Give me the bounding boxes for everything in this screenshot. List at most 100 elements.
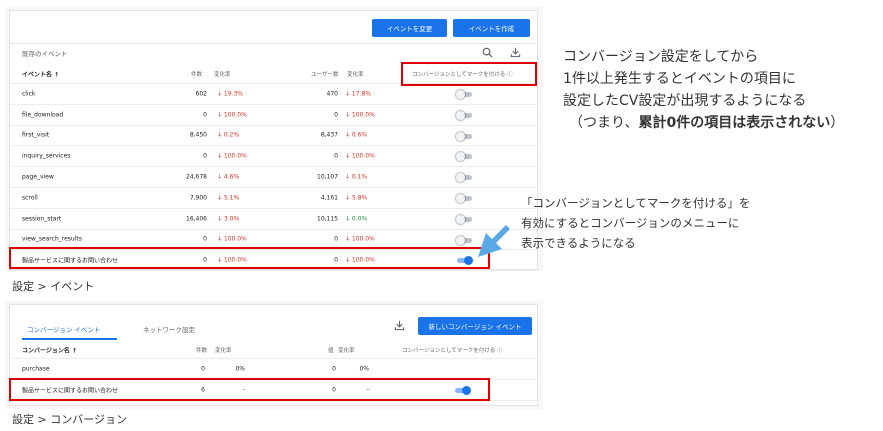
event-change: ↓ 5.1%: [217, 194, 240, 202]
conversion-toggle[interactable]: [456, 235, 473, 245]
table-row[interactable]: file_download 0 ↓ 100.0% 0 ↓ 100.0%: [10, 105, 537, 126]
table-row[interactable]: inquiry_services 0 ↓ 100.0% 0 ↓ 100.0%: [10, 146, 537, 168]
conversion-table-header: コンバージョン名 ↑ 件数 変化率 値 変化率 コンバージョンとしてマークを付け…: [10, 341, 537, 359]
conversion-toggle[interactable]: [456, 152, 473, 162]
table-row[interactable]: scroll 7,900 ↓ 5.1% 4,161 ↓ 5.8%: [10, 188, 537, 209]
event-name: click: [22, 90, 36, 98]
note-bold: 累計0件の項目は表示されない: [638, 115, 831, 131]
event-users: 10,115: [317, 215, 338, 223]
event-change: ↓ 0.1%: [345, 173, 368, 181]
event-name: file_download: [22, 111, 64, 119]
event-change: ↓ 17.8%: [345, 90, 371, 98]
event-name: first_visit: [22, 131, 50, 139]
event-count: 602: [195, 90, 207, 98]
column-header-change[interactable]: 変化率: [214, 70, 231, 78]
event-name: scroll: [22, 194, 38, 202]
callout-line: 「コンバージョンとしてマークを付ける」を: [521, 196, 751, 210]
table-row[interactable]: first_visit 8,450 ↓ 0.2% 8,437 ↓ 0.6%: [10, 126, 537, 147]
event-change: ↓ 19.3%: [217, 90, 243, 98]
toggle-knob: [456, 90, 465, 99]
note-line: 1件以上発生するとイベントの項目に: [563, 71, 796, 87]
note-paren-open: （つまり、: [569, 115, 639, 131]
download-icon[interactable]: [510, 47, 521, 58]
table-row[interactable]: click 602 ↓ 19.3% 470 ↓ 17.8%: [10, 84, 537, 105]
event-count: 0: [203, 235, 207, 243]
toggle-knob: [456, 110, 465, 120]
event-count: 8,450: [189, 131, 207, 139]
column-header-users[interactable]: ユーザー数: [311, 70, 338, 78]
event-change: ↓ 100.0%: [217, 111, 247, 119]
event-change: ↓ 100.0%: [345, 111, 375, 119]
note-line: コンバージョン設定をしてから: [563, 49, 759, 65]
event-users: 4,161: [320, 194, 338, 202]
toggle-knob: [456, 214, 465, 224]
event-count: 16,406: [186, 215, 207, 223]
event-users: 8,437: [320, 131, 338, 139]
callout-line: 有効にするとコンバージョンのメニューに: [521, 216, 740, 230]
conversion-name: purchase: [22, 365, 50, 373]
event-count: 0: [203, 111, 207, 119]
conversion-toggle[interactable]: [456, 110, 473, 120]
toggle-knob: [456, 173, 465, 183]
conversions-caption: 設定 > コンバージョン: [12, 413, 127, 426]
event-users: 10,107: [317, 173, 338, 181]
note-line: 設定したCV設定が出現するようになる: [563, 93, 807, 109]
events-card: イベントを変更 イベントを作成 既存のイベント イベント名 ↑ 件数 変化率 ユ…: [9, 10, 538, 272]
tab-network-settings[interactable]: ネットワーク設定: [143, 324, 195, 334]
column-header-change[interactable]: 変化率: [347, 70, 364, 78]
callout-line: 表示できるようになる: [521, 236, 636, 250]
new-conversion-event-button[interactable]: 新しいコンバージョン イベント: [418, 317, 532, 335]
event-change: ↓ 5.8%: [345, 194, 368, 202]
table-row[interactable]: session_start 16,406 ↓ 3.0% 10,115 ↓ 0.0%: [10, 209, 537, 230]
event-change: ↓ 0.2%: [217, 131, 240, 139]
column-header-count[interactable]: 件数: [191, 70, 202, 78]
event-name: session_start: [22, 215, 62, 223]
event-name: view_search_results: [22, 235, 82, 243]
event-users: 0: [334, 152, 338, 160]
table-row[interactable]: purchase 0 0% 0 0%: [10, 359, 537, 380]
event-change: ↓ 100.0%: [345, 152, 375, 160]
highlight-inquiry-row: [9, 247, 490, 269]
event-users: 0: [334, 235, 338, 243]
column-header-value[interactable]: 値: [328, 346, 334, 354]
table-row[interactable]: page_view 24,678 ↓ 4.6% 10,107 ↓ 0.1%: [10, 167, 537, 188]
column-header-conversion-name[interactable]: コンバージョン名 ↑: [22, 345, 77, 354]
event-change: ↓ 100.0%: [217, 152, 247, 160]
main-note: コンバージョン設定をしてから 1件以上発生するとイベントの項目に 設定したCV設…: [563, 46, 844, 134]
search-icon[interactable]: [482, 47, 493, 58]
event-count: 7,900: [189, 194, 207, 202]
event-change: ↓ 100.0%: [345, 235, 375, 243]
column-header-count[interactable]: 件数: [196, 346, 207, 354]
note-line: （つまり、累計0件の項目は表示されない）: [569, 112, 844, 134]
column-header-change[interactable]: 変化率: [215, 346, 232, 354]
toggle-knob: [456, 235, 465, 245]
event-count: 0: [203, 152, 207, 160]
event-users: 470: [326, 90, 338, 98]
conversion-toggle[interactable]: [456, 131, 473, 141]
download-icon[interactable]: [394, 320, 405, 331]
events-caption: 設定 > イベント: [12, 280, 95, 293]
column-header-name[interactable]: イベント名 ↑: [22, 69, 59, 78]
conversion-count: 0: [201, 365, 205, 373]
pointer-arrow-icon: [478, 225, 510, 257]
highlight-mark-column: [401, 62, 537, 86]
event-users: 0: [334, 111, 338, 119]
conversion-toggle[interactable]: [456, 90, 473, 99]
divider: [10, 43, 537, 44]
event-change: ↓ 0.6%: [345, 131, 368, 139]
note-paren-close: ）: [830, 115, 845, 131]
create-event-button[interactable]: イベントを作成: [453, 19, 530, 37]
table-title: 既存のイベント: [22, 50, 68, 58]
tab-conversion-events[interactable]: コンバージョン イベント: [27, 324, 100, 334]
event-name: page_view: [22, 173, 54, 181]
conversion-toggle[interactable]: [456, 173, 473, 183]
column-header-change[interactable]: 変化率: [338, 346, 355, 354]
event-change: ↓ 3.0%: [217, 215, 240, 223]
toggle-knob: [456, 152, 465, 162]
tab-active-underline: [22, 338, 117, 340]
conversion-value: 0: [332, 365, 336, 373]
conversion-toggle[interactable]: [456, 214, 473, 224]
event-name: inquiry_services: [22, 152, 71, 160]
modify-event-button[interactable]: イベントを変更: [372, 19, 447, 37]
conversion-toggle[interactable]: [456, 194, 473, 203]
